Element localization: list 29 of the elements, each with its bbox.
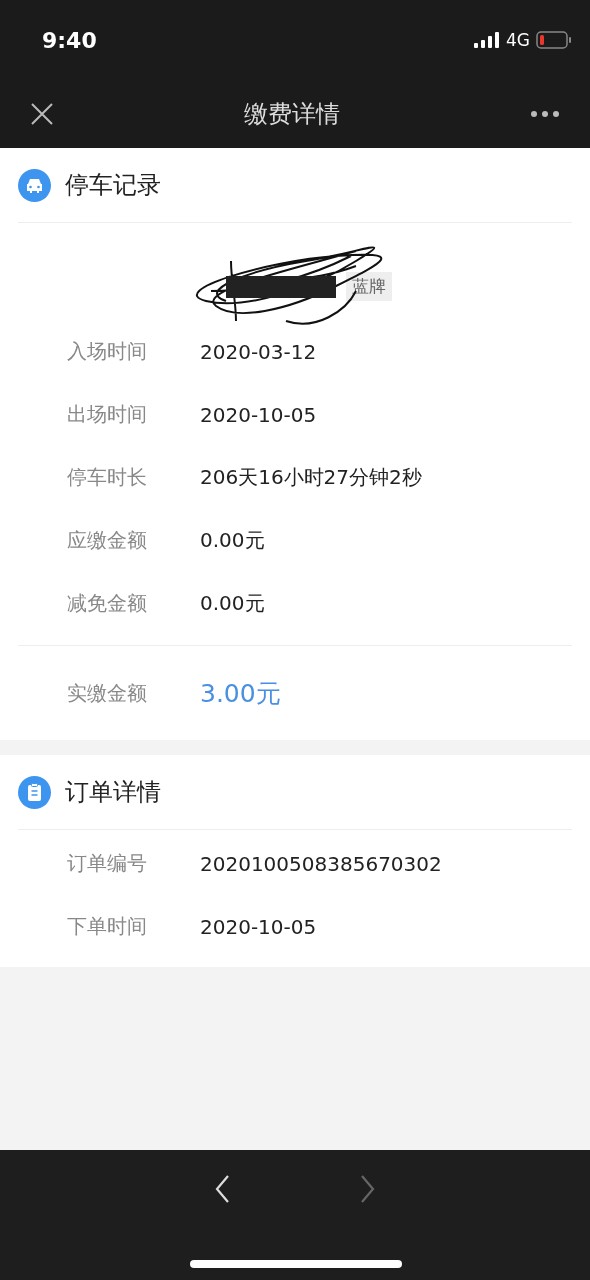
field-value: 2020100508385670302 — [200, 851, 442, 876]
field-value: 0.00元 — [200, 527, 265, 554]
field-label: 下单时间 — [67, 913, 148, 940]
field-value: 2020-10-05 — [200, 402, 317, 427]
field-label: 减免金额 — [67, 590, 148, 617]
field-value: 206天16小时27分钟2秒 — [200, 464, 422, 491]
close-icon[interactable] — [30, 102, 54, 126]
field-label: 停车时长 — [67, 464, 148, 491]
field-label: 实缴金额 — [67, 679, 148, 707]
section-title: 停车记录 — [65, 170, 161, 201]
field-value: 0.00元 — [200, 590, 265, 617]
field-label: 入场时间 — [67, 338, 148, 365]
field-label: 出场时间 — [67, 401, 148, 428]
section-title: 订单详情 — [65, 777, 161, 808]
signal-icon — [474, 32, 500, 48]
car-icon — [18, 168, 51, 202]
field-value: 2020-03-12 — [200, 339, 317, 364]
amount-value: 3.00元 — [200, 677, 281, 710]
battery-icon — [536, 31, 572, 49]
more-icon[interactable] — [530, 110, 560, 118]
field-value: 2020-10-05 — [200, 914, 317, 939]
plate-tag: 蓝牌 — [346, 271, 392, 301]
network-label: 4G — [506, 30, 530, 50]
status-time: 9:40 — [42, 27, 98, 53]
clipboard-icon — [18, 775, 51, 809]
back-icon[interactable] — [214, 1174, 230, 1204]
page-title: 缴费详情 — [244, 99, 340, 130]
field-label: 订单编号 — [67, 850, 148, 877]
field-label: 应缴金额 — [67, 527, 148, 554]
